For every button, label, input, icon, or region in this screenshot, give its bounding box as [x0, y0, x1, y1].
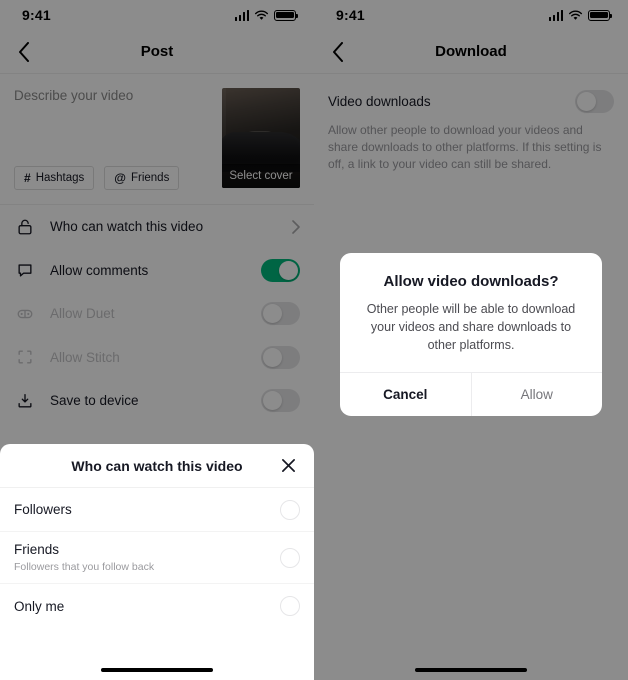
save-to-device-toggle[interactable]: [261, 389, 300, 413]
wifi-icon: [568, 10, 583, 20]
option-radio[interactable]: [280, 499, 300, 520]
status-bar: 9:41: [314, 0, 628, 30]
toggle-knob: [263, 391, 282, 411]
battery-icon: [588, 9, 612, 21]
nav-bar: Post: [0, 30, 314, 74]
option-texts: Followers: [14, 492, 280, 527]
wifi-icon: [254, 10, 269, 20]
option-texts: Only me: [14, 589, 280, 624]
select-cover-label: Select cover: [222, 164, 300, 188]
at-mention-icon: @: [114, 171, 126, 185]
option-friends[interactable]: Friends Followers that you follow back: [0, 532, 314, 584]
cellular-bars-icon: [234, 9, 249, 21]
row-label: Allow comments: [50, 262, 149, 278]
page-title: Download: [435, 43, 507, 60]
sheet-header: Who can watch this video: [0, 444, 314, 488]
option-texts: Friends Followers that you follow back: [14, 532, 280, 583]
allow-comments-toggle[interactable]: [261, 258, 300, 282]
friends-chip-label: Friends: [130, 172, 170, 184]
allow-button[interactable]: Allow: [472, 373, 603, 416]
who-can-watch-sheet: Who can watch this video Followers Frien…: [0, 444, 314, 680]
row-label: Who can watch this video: [50, 219, 204, 235]
row-label: Allow Stitch: [50, 349, 120, 365]
allow-downloads-dialog: Allow video downloads? Other people will…: [340, 252, 603, 416]
row-save-to-device[interactable]: Save to device: [14, 379, 300, 423]
composer-chips: # Hashtags @ Friends: [14, 166, 180, 190]
option-title: Friends: [14, 542, 60, 557]
allow-duet-toggle[interactable]: [261, 302, 300, 326]
row-label: Allow Duet: [50, 306, 115, 322]
home-indicator: [415, 667, 527, 672]
comment-bubble-icon: [14, 259, 36, 281]
toggle-knob: [263, 304, 282, 324]
description-column: Describe your video # Hashtags @ Friends: [14, 88, 212, 196]
select-cover-thumbnail[interactable]: Select cover: [222, 88, 300, 188]
dialog-message: Other people will be able to download yo…: [366, 301, 576, 352]
option-followers[interactable]: Followers: [0, 488, 314, 532]
toggle-knob: [279, 260, 298, 280]
stitch-icon: [14, 346, 36, 368]
video-downloads-section: Video downloads Allow other people to do…: [314, 74, 628, 173]
page-title: Post: [140, 43, 174, 60]
option-radio[interactable]: [280, 547, 300, 568]
close-x-icon: [281, 459, 295, 472]
row-allow-stitch[interactable]: Allow Stitch: [14, 336, 300, 380]
row-allow-duet[interactable]: Allow Duet: [14, 292, 300, 336]
hashtag-icon: #: [24, 171, 31, 185]
cancel-button[interactable]: Cancel: [340, 373, 471, 416]
video-downloads-toggle[interactable]: [575, 90, 614, 113]
option-only-me[interactable]: Only me: [0, 584, 314, 628]
composer-area: Describe your video # Hashtags @ Friends: [0, 74, 314, 196]
nav-bar: Download: [314, 30, 628, 74]
video-downloads-row[interactable]: Video downloads: [328, 90, 614, 113]
status-icons: [548, 9, 612, 21]
video-downloads-description: Allow other people to download your vide…: [328, 123, 602, 171]
row-who-can-watch[interactable]: Who can watch this video: [14, 205, 300, 249]
option-title: Only me: [14, 598, 65, 614]
duet-icon: [14, 303, 36, 325]
download-tray-icon: [14, 390, 36, 412]
close-button[interactable]: [276, 454, 300, 478]
option-title: Followers: [14, 502, 72, 517]
description-input[interactable]: Describe your video: [14, 88, 212, 103]
status-time: 9:41: [336, 7, 365, 23]
hashtags-chip-label: Hashtags: [35, 172, 85, 184]
post-screen: 9:41 Post Describe your video # Hashtags…: [0, 0, 314, 680]
battery-icon: [274, 9, 298, 21]
home-indicator: [101, 667, 213, 672]
cellular-bars-icon: [548, 9, 563, 21]
status-icons: [234, 9, 298, 21]
dialog-title: Allow video downloads?: [383, 272, 559, 290]
status-bar: 9:41: [0, 0, 314, 30]
download-screen: 9:41 Download Video downloads Allow othe…: [314, 0, 628, 680]
status-time: 9:41: [22, 7, 51, 23]
sheet-title: Who can watch this video: [71, 457, 243, 474]
friends-chip[interactable]: @ Friends: [104, 166, 180, 190]
row-label: Save to device: [50, 393, 139, 409]
option-subtitle: Followers that you follow back: [14, 561, 155, 573]
dialog-body: Allow video downloads? Other people will…: [340, 253, 602, 372]
dialog-actions: Cancel Allow: [340, 371, 603, 416]
hashtags-chip[interactable]: # Hashtags: [14, 166, 95, 190]
toggle-knob: [263, 347, 282, 367]
unlock-icon: [14, 216, 36, 238]
dual-screen-mockup: 9:41 Post Describe your video # Hashtags…: [0, 0, 628, 680]
toggle-knob: [577, 92, 596, 111]
option-radio[interactable]: [280, 596, 300, 616]
chevron-right-icon: [292, 219, 300, 234]
row-allow-comments[interactable]: Allow comments: [14, 249, 300, 293]
allow-stitch-toggle[interactable]: [261, 345, 300, 369]
video-downloads-label: Video downloads: [328, 94, 431, 109]
settings-list: Who can watch this video Allow comments: [0, 205, 314, 423]
